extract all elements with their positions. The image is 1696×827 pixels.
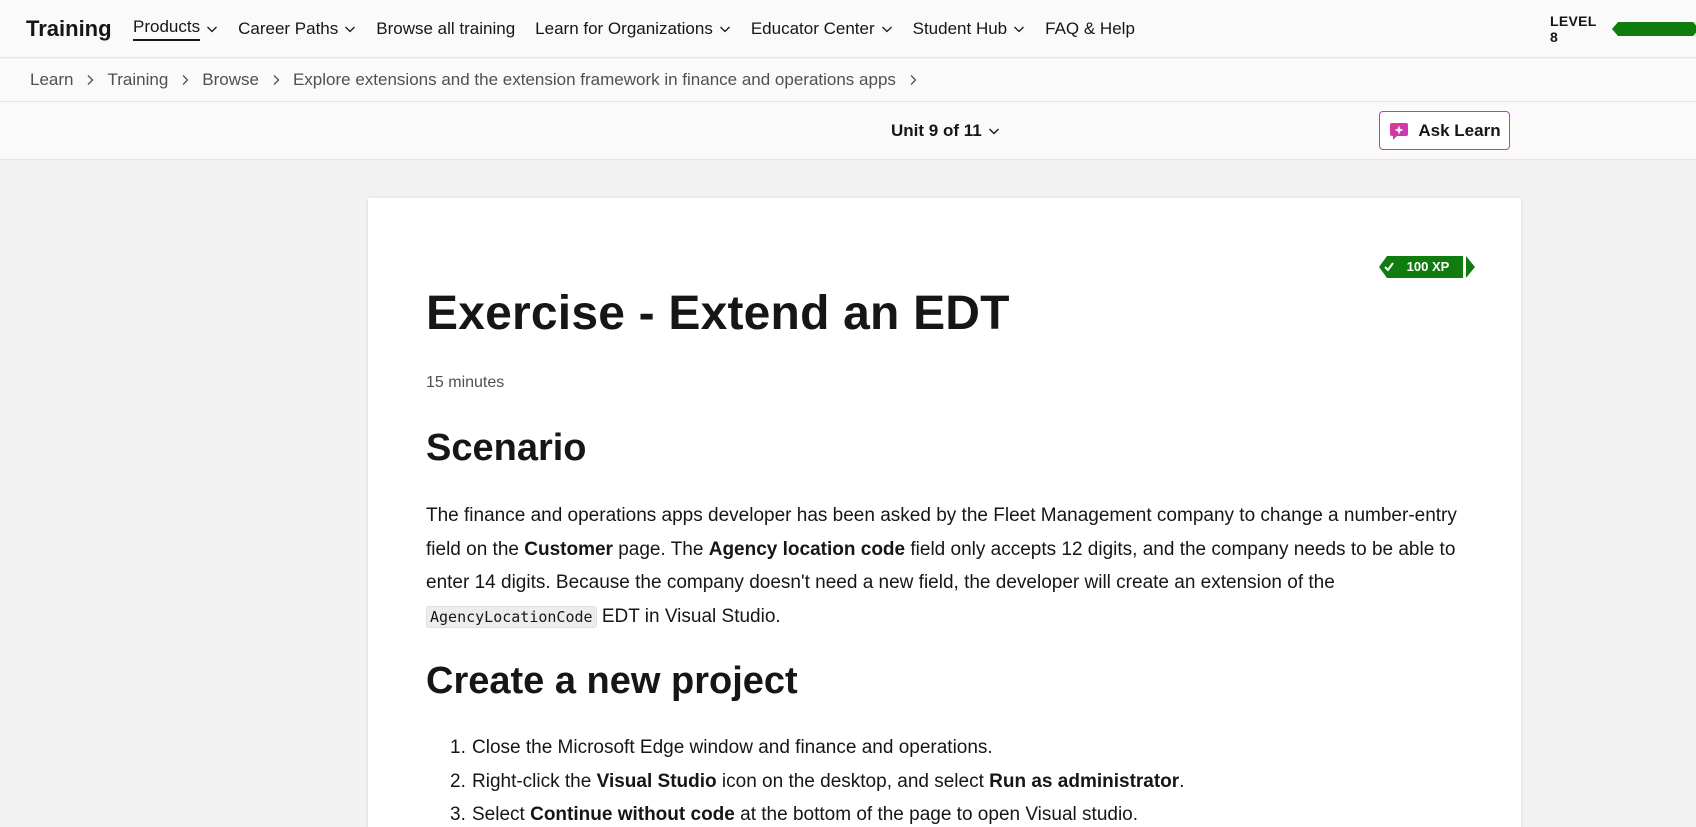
list-item: 3. Select Continue without code at the b…: [450, 798, 1480, 827]
unit-duration: 15 minutes: [426, 374, 505, 391]
nav-item-products[interactable]: Products: [133, 0, 218, 58]
scenario-bold-customer: Customer: [524, 538, 613, 560]
scenario-bold-agency-location-code: Agency location code: [708, 538, 906, 560]
step-number: 1.: [450, 737, 466, 758]
create-project-heading: Create a new project: [426, 660, 798, 702]
step-text: Close the Microsoft Edge window and fina…: [472, 737, 993, 758]
step-bold: Visual Studio: [596, 770, 717, 792]
scenario-paragraph: The finance and operations apps develope…: [426, 499, 1466, 634]
steps-list: 1. Close the Microsoft Edge window and f…: [450, 731, 1480, 827]
nav-item-career-paths[interactable]: Career Paths: [238, 0, 356, 58]
chevron-right-icon[interactable]: [908, 74, 918, 86]
ask-learn-label: Ask Learn: [1418, 120, 1501, 140]
nav-item-label: FAQ & Help: [1045, 19, 1135, 38]
breadcrumb-browse[interactable]: Browse: [202, 70, 259, 90]
level-indicator[interactable]: LEVEL 8: [1550, 0, 1696, 58]
unit-selector[interactable]: Unit 9 of 11: [891, 102, 1000, 160]
chevron-down-icon: [345, 26, 356, 33]
nav-item-student-hub[interactable]: Student Hub: [913, 0, 1026, 58]
nav-item-label: Educator Center: [750, 19, 875, 38]
page-title: Exercise - Extend an EDT: [426, 287, 1010, 340]
chevron-right-icon: [271, 74, 281, 86]
step-text: Right-click the: [472, 770, 597, 792]
nav-item-faq-help[interactable]: FAQ & Help: [1045, 0, 1135, 58]
step-text: Select: [472, 804, 531, 825]
xp-badge-label: 100 XP: [1406, 259, 1450, 274]
ask-learn-button[interactable]: Ask Learn: [1379, 111, 1510, 150]
chevron-right-icon: [180, 74, 190, 86]
unit-toolbar: Unit 9 of 11 Ask Learn: [0, 102, 1696, 160]
nav-item-browse-all-training[interactable]: Browse all training: [376, 0, 515, 58]
chevron-down-icon: [988, 128, 999, 135]
brand-link[interactable]: Training: [26, 0, 112, 58]
chevron-down-icon: [1014, 26, 1025, 33]
level-progress-fill: [1612, 22, 1696, 36]
step-number: 2.: [450, 770, 466, 792]
list-item: 1. Close the Microsoft Edge window and f…: [450, 731, 1480, 765]
breadcrumb-module[interactable]: Explore extensions and the extension fra…: [293, 70, 896, 90]
scenario-text: EDT in Visual Studio.: [596, 605, 781, 627]
step-number: 3.: [450, 804, 466, 825]
list-item: 2. Right-click the Visual Studio icon on…: [450, 765, 1480, 799]
nav-item-label: Student Hub: [912, 19, 1008, 38]
xp-badge: 100 XP: [1379, 256, 1475, 278]
nav-menu: Products Career Paths Browse all trainin…: [133, 0, 1155, 58]
inline-code: AgencyLocationCode: [426, 605, 597, 628]
scenario-text: page. The: [612, 538, 709, 560]
level-progress-bar: [1612, 22, 1696, 36]
chevron-down-icon: [881, 26, 892, 33]
scenario-heading: Scenario: [426, 427, 587, 469]
breadcrumb-learn[interactable]: Learn: [30, 70, 73, 90]
nav-item-educator-center[interactable]: Educator Center: [751, 0, 893, 58]
breadcrumb: Learn Training Browse Explore extensions…: [0, 59, 1696, 102]
nav-item-label: Browse all training: [376, 19, 516, 38]
sparkle-icon: [1390, 122, 1409, 140]
step-text: icon on the desktop, and select: [716, 770, 990, 792]
level-label: LEVEL 8: [1550, 13, 1597, 45]
nav-item-label: Products: [133, 17, 201, 41]
step-bold: Continue without code: [530, 804, 735, 825]
chevron-right-icon: [85, 74, 95, 86]
breadcrumb-training[interactable]: Training: [107, 70, 168, 90]
unit-selector-label: Unit 9 of 11: [891, 121, 982, 140]
step-bold: Run as administrator: [989, 770, 1180, 792]
top-navigation: Training Products Career Paths Browse al…: [0, 0, 1696, 58]
step-text: .: [1179, 770, 1185, 792]
chevron-down-icon: [719, 26, 730, 33]
nav-item-label: Learn for Organizations: [535, 19, 713, 38]
step-text: at the bottom of the page to open Visual…: [734, 804, 1139, 825]
nav-item-learn-for-organizations[interactable]: Learn for Organizations: [535, 0, 731, 58]
nav-item-label: Career Paths: [238, 19, 339, 38]
chevron-down-icon: [207, 26, 218, 33]
